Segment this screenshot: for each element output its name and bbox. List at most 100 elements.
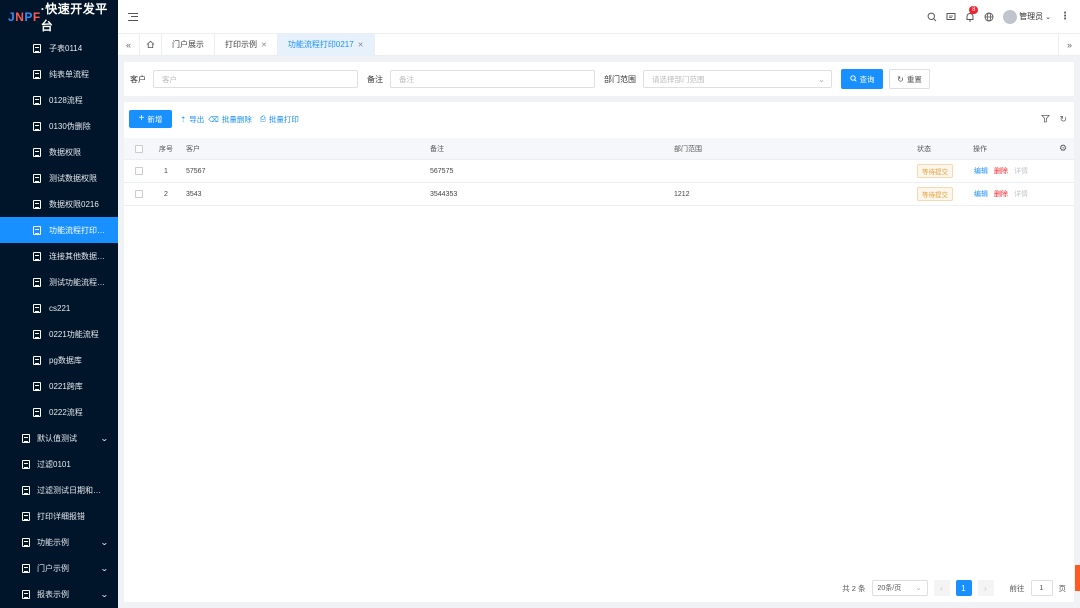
sidebar-group[interactable]: 过滤测试日期和… [0, 477, 118, 503]
sidebar-item[interactable]: 数据权限0216 [0, 191, 118, 217]
sidebar-group[interactable]: 门户示例 ⌄ [0, 555, 118, 581]
page-size-select[interactable]: 20条/页 ⌄ [871, 580, 928, 596]
form-icon [33, 43, 41, 53]
page-number[interactable]: 1 [955, 580, 972, 596]
tab[interactable]: 打印示例 ✕ [215, 33, 278, 56]
col-index: 序号 [159, 145, 173, 153]
tab[interactable]: 门户展示 [162, 33, 215, 56]
sidebar-item[interactable]: 0128流程 [0, 87, 118, 113]
sidebar-item[interactable]: 0221功能流程 [0, 321, 118, 347]
column-settings-icon[interactable]: ⚙ [1059, 143, 1067, 154]
close-icon[interactable]: ✕ [261, 41, 267, 49]
close-icon[interactable]: ✕ [358, 41, 364, 49]
form-icon [33, 95, 41, 105]
table-toolbar: + 新增 ⇡ 导出 ⌫ 批量删除 ⎙ 批量打印 ↻ [124, 102, 1074, 136]
sidebar-item[interactable]: 测试数据权限 [0, 165, 118, 191]
form-icon [33, 147, 41, 157]
bell-icon[interactable]: 8 [965, 5, 979, 22]
form-icon [33, 121, 41, 131]
sidebar-item[interactable]: 0130伪删除 [0, 113, 118, 139]
more-vertical-icon[interactable]: ⋮ [1060, 11, 1070, 22]
logo[interactable]: J N P F ·快速开发平台 [0, 0, 118, 34]
batch-delete-button[interactable]: ⌫ 批量删除 [208, 114, 252, 125]
menu-collapse-icon[interactable] [128, 12, 138, 21]
tab-label: 功能流程打印0217 [287, 40, 354, 49]
sidebar-item[interactable]: 纯表单流程 [0, 61, 118, 87]
add-button[interactable]: + 新增 [129, 110, 172, 128]
sidebar-item[interactable]: 数据权限 [0, 139, 118, 165]
dept-select[interactable]: 请选择部门范围 ⌄ [643, 70, 832, 88]
sidebar: J N P F ·快速开发平台 子表0114 纯表单流程 0128流程 0130伪删除 数据权限… [0, 0, 118, 608]
row-remark: 3544353 [430, 190, 458, 198]
sidebar-item[interactable]: cs221 [0, 295, 118, 321]
detail-link[interactable]: 详情 [1014, 189, 1028, 199]
search-icon[interactable] [927, 12, 937, 22]
sidebar-item[interactable]: 功能流程打印… [0, 217, 118, 243]
col-customer: 客户 [186, 145, 200, 153]
sidebar-item-label: 数据权限0216 [49, 199, 99, 209]
form-icon [33, 251, 41, 261]
sidebar-group[interactable]: 报表示例 ⌄ [0, 581, 118, 607]
batch-print-label: 批量打印 [268, 114, 299, 124]
prev-page-button[interactable]: ‹ [933, 580, 950, 596]
customer-input[interactable]: 客户 [153, 70, 358, 88]
row-checkbox[interactable] [135, 167, 143, 175]
delete-link[interactable]: 删除 [994, 189, 1008, 199]
select-all-checkbox[interactable] [135, 144, 143, 153]
sidebar-group[interactable]: 过滤0101 [0, 451, 118, 477]
tab[interactable]: 功能流程打印0217 ✕ [277, 33, 375, 56]
chevron-down-icon: ⌄ [818, 74, 825, 84]
sidebar-item-label: 纯表单流程 [49, 69, 89, 79]
globe-icon[interactable] [984, 12, 994, 22]
sidebar-item[interactable]: 0221跨库 [0, 373, 118, 399]
sidebar-item[interactable]: 测试功能流程… [0, 269, 118, 295]
row-checkbox[interactable] [135, 190, 143, 198]
search-icon [849, 74, 857, 84]
pagination: 共 2 条 20条/页 ⌄ ‹ 1 › 前往 1 页 [842, 580, 1066, 596]
query-button[interactable]: 查询 [841, 69, 883, 89]
tabs-scroll-left-icon[interactable]: « [118, 33, 140, 56]
sidebar-item-label: 0130伪删除 [49, 121, 91, 131]
top-header: 8 管理员 ⌄ ⋮ [118, 0, 1080, 34]
dept-label: 部门范围 [604, 74, 636, 84]
search-panel: 客户 客户 备注 备注 部门范围 请选择部门范围 ⌄ 查询 ↻ 重置 [124, 62, 1074, 96]
col-status: 状态 [917, 145, 931, 153]
sidebar-item-label: 0221跨库 [49, 381, 83, 391]
sidebar-item[interactable]: 连接其他数据… [0, 243, 118, 269]
chevron-down-icon: ⌄ [100, 433, 110, 443]
tab-label: 打印示例 [225, 40, 257, 49]
goto-page-input[interactable]: 1 [1030, 580, 1053, 596]
message-icon[interactable] [946, 12, 956, 22]
page-unit: 页 [1058, 583, 1067, 593]
edit-link[interactable]: 编辑 [974, 166, 988, 176]
edit-link[interactable]: 编辑 [974, 189, 988, 199]
col-actions: 操作 [973, 145, 987, 153]
remark-input[interactable]: 备注 [390, 70, 595, 88]
user-menu[interactable]: 管理员 ⌄ [1003, 9, 1051, 24]
export-button[interactable]: ⇡ 导出 [180, 114, 204, 125]
batch-print-button[interactable]: ⎙ 批量打印 [260, 114, 299, 125]
sidebar-item-label: pg数据库 [49, 355, 82, 365]
col-dept: 部门范围 [674, 145, 702, 153]
delete-link[interactable]: 删除 [994, 166, 1008, 176]
home-tab-icon[interactable] [140, 33, 162, 56]
sidebar-item-label: 0221功能流程 [49, 329, 99, 339]
sidebar-group[interactable]: 功能示例 ⌄ [0, 529, 118, 555]
plus-icon: + [138, 113, 145, 124]
detail-link[interactable]: 详情 [1014, 166, 1028, 176]
sidebar-item[interactable]: 0222流程 [0, 399, 118, 425]
sidebar-item-label: 数据权限 [49, 147, 81, 157]
sidebar-item[interactable]: 子表0114 [0, 35, 118, 61]
sidebar-group[interactable]: 打印详细报错 [0, 503, 118, 529]
reset-button[interactable]: ↻ 重置 [889, 69, 930, 89]
tabs-scroll-right-icon[interactable]: » [1058, 33, 1080, 56]
row-index: 1 [164, 167, 168, 175]
sidebar-item[interactable]: pg数据库 [0, 347, 118, 373]
sidebar-group[interactable]: 默认值测试 ⌄ [0, 425, 118, 451]
next-page-button[interactable]: › [977, 580, 994, 596]
filter-icon[interactable] [1041, 114, 1051, 125]
refresh-icon[interactable]: ↻ [1059, 114, 1067, 125]
reset-button-label: 重置 [906, 74, 922, 84]
floating-side-tab[interactable] [1075, 565, 1080, 591]
row-remark: 567575 [430, 167, 454, 175]
